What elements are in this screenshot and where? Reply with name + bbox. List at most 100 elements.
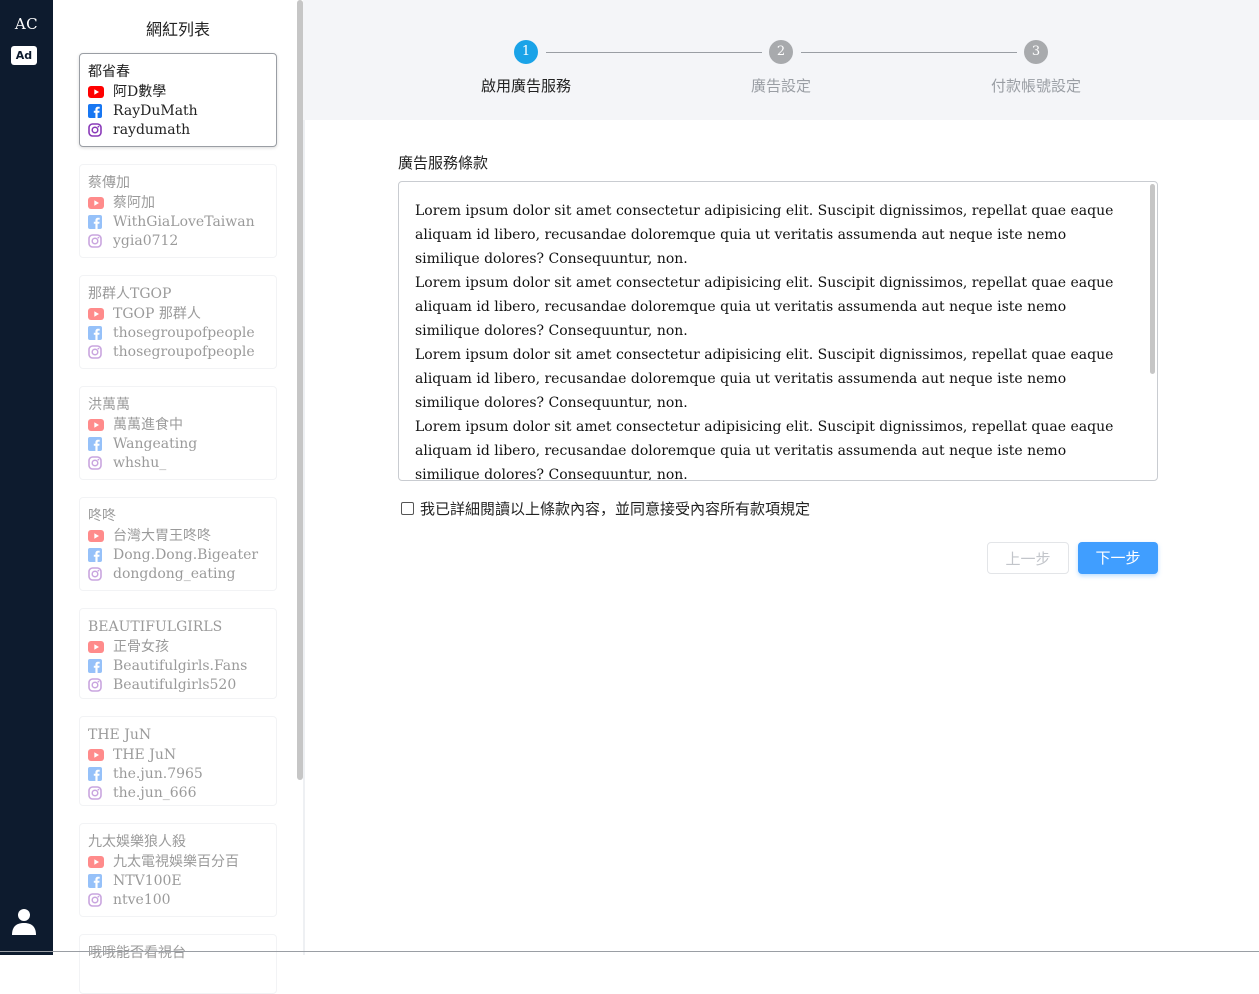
- youtube-channel: 九太電視娛樂百分百: [88, 852, 276, 871]
- agree-label: 我已詳細閱讀以上條款內容，並同意接受內容所有款項規定: [420, 500, 811, 518]
- influencer-name: 洪萬萬: [88, 397, 130, 413]
- facebook-page-name: Wangeating: [113, 435, 198, 452]
- instagram-icon: [88, 566, 104, 581]
- facebook-icon: [88, 214, 104, 229]
- user-icon[interactable]: [12, 908, 36, 936]
- terms-title: 廣告服務條款: [398, 154, 489, 172]
- influencer-card[interactable]: 九太娛樂狼人殺 九太電視娛樂百分百 NTV100E ntve100: [79, 823, 277, 917]
- step-3-label: 付款帳號設定: [990, 77, 1082, 95]
- instagram-account-name: raydumath: [113, 121, 191, 138]
- youtube-icon: [88, 85, 104, 99]
- facebook-icon: [88, 873, 104, 888]
- youtube-channel: 阿D數學: [88, 82, 276, 101]
- facebook-icon: [88, 766, 104, 781]
- terms-paragraph: Lorem ipsum dolor sit amet consectetur a…: [415, 203, 1114, 267]
- instagram-account: ygia0712: [88, 231, 276, 250]
- nav-rail: AC Ad: [0, 0, 53, 955]
- facebook-page: Dong.Dong.Bigeater: [88, 545, 276, 564]
- facebook-page: thosegroupofpeople: [88, 323, 276, 342]
- terms-paragraph: Lorem ipsum dolor sit amet consectetur a…: [415, 347, 1114, 411]
- facebook-icon: [88, 103, 104, 118]
- step-2-circle: 2: [769, 40, 793, 64]
- facebook-page-name: the.jun.7965: [113, 765, 203, 782]
- facebook-page: RayDuMath: [88, 101, 276, 120]
- facebook-page-name: thosegroupofpeople: [113, 324, 255, 341]
- influencer-name: THE JuN: [88, 727, 152, 743]
- youtube-channel-name: 正骨女孩: [113, 638, 169, 655]
- instagram-account: raydumath: [88, 120, 276, 139]
- instagram-account: whshu_: [88, 453, 276, 472]
- youtube-channel-name: 九太電視娛樂百分百: [113, 853, 239, 870]
- youtube-icon: [88, 529, 104, 543]
- influencer-card[interactable]: 咚咚 台灣大胃王咚咚 Dong.Dong.Bigeater dongdong_eati…: [79, 497, 277, 591]
- agree-checkbox[interactable]: [401, 502, 414, 515]
- terms-paragraph: Lorem ipsum dolor sit amet consectetur a…: [415, 275, 1114, 339]
- facebook-page: WithGiaLoveTaiwan: [88, 212, 276, 231]
- next-step-button[interactable]: 下一步: [1078, 542, 1158, 574]
- youtube-channel-name: 阿D數學: [113, 83, 167, 100]
- youtube-icon: [88, 855, 104, 869]
- agree-checkbox-row[interactable]: 我已詳細閱讀以上條款內容，並同意接受內容所有款項規定: [401, 498, 810, 519]
- influencer-name: 那群人TGOP: [88, 286, 172, 302]
- step-connector: [801, 52, 1017, 53]
- influencer-name: 咚咚: [88, 508, 116, 524]
- instagram-account: the.jun_666: [88, 783, 276, 802]
- facebook-page-name: RayDuMath: [113, 102, 198, 119]
- instagram-account: ntve100: [88, 890, 276, 909]
- youtube-channel: TGOP 那群人: [88, 304, 276, 323]
- facebook-icon: [88, 547, 104, 562]
- influencer-card[interactable]: THE JuN THE JuN the.jun.7965 the.jun_666: [79, 716, 277, 806]
- step-connector: [546, 52, 762, 53]
- app-logo[interactable]: AC: [0, 15, 53, 33]
- prev-step-button[interactable]: 上一步: [987, 542, 1069, 574]
- influencer-card[interactable]: 哦哦能否看視台: [79, 934, 277, 994]
- influencer-name: 九太娛樂狼人殺: [88, 834, 186, 850]
- terms-paragraph: Lorem ipsum dolor sit amet consectetur a…: [415, 419, 1114, 481]
- influencer-card[interactable]: 那群人TGOP TGOP 那群人 thosegroupofpeople thosegr…: [79, 275, 277, 369]
- youtube-icon: [88, 307, 104, 321]
- youtube-channel: 萬萬進食中: [88, 415, 276, 434]
- facebook-icon: [88, 325, 104, 340]
- instagram-icon: [88, 344, 104, 359]
- instagram-account: Beautifulgirls520: [88, 675, 276, 694]
- instagram-account: thosegroupofpeople: [88, 342, 276, 361]
- ad-nav-icon[interactable]: Ad: [11, 46, 37, 65]
- facebook-page: Beautifulgirls.Fans: [88, 656, 276, 675]
- step-1-label: 啟用廣告服務: [480, 77, 572, 95]
- list-scroll-track: [303, 0, 305, 955]
- influencer-card[interactable]: 蔡傳加 蔡阿加 WithGiaLoveTaiwan ygia0712: [79, 164, 277, 258]
- instagram-icon: [88, 677, 104, 692]
- facebook-icon: [88, 658, 104, 673]
- instagram-account-name: whshu_: [113, 454, 167, 471]
- influencer-card[interactable]: 洪萬萬萬萬進食中 Wangeating whshu_: [79, 386, 277, 480]
- youtube-icon: [88, 418, 104, 432]
- facebook-page-name: WithGiaLoveTaiwan: [113, 213, 255, 230]
- step-1-circle: 1: [514, 40, 538, 64]
- terms-content: Lorem ipsum dolor sit amet consectetur a…: [415, 199, 1135, 481]
- instagram-icon: [88, 785, 104, 800]
- instagram-icon: [88, 122, 104, 137]
- youtube-channel: 正骨女孩: [88, 637, 276, 656]
- youtube-channel-name: 萬萬進食中: [113, 416, 183, 433]
- step-3-circle: 3: [1024, 40, 1048, 64]
- instagram-account-name: the.jun_666: [113, 784, 197, 801]
- step-2-label: 廣告設定: [750, 77, 812, 95]
- youtube-icon: [88, 748, 104, 762]
- influencer-card[interactable]: BEAUTIFULGIRLS 正骨女孩 Beautifulgirls.Fans Bea…: [79, 608, 277, 699]
- youtube-channel-name: TGOP 那群人: [113, 305, 201, 322]
- influencer-name: 蔡傳加: [88, 175, 130, 191]
- influencer-name: BEAUTIFULGIRLS: [88, 619, 223, 635]
- facebook-page-name: Beautifulgirls.Fans: [113, 657, 248, 674]
- influencer-card[interactable]: 都省春 阿D數學 RayDuMath raydumath: [79, 53, 277, 147]
- instagram-icon: [88, 892, 104, 907]
- terms-textbox[interactable]: Lorem ipsum dolor sit amet consectetur a…: [398, 181, 1158, 481]
- instagram-account-name: ntve100: [113, 891, 171, 908]
- instagram-account-name: Beautifulgirls520: [113, 676, 237, 693]
- bottom-divider: [0, 951, 1259, 952]
- facebook-page-name: Dong.Dong.Bigeater: [113, 546, 259, 563]
- instagram-account-name: thosegroupofpeople: [113, 343, 255, 360]
- youtube-icon: [88, 640, 104, 654]
- instagram-icon: [88, 455, 104, 470]
- youtube-channel-name: THE JuN: [113, 746, 177, 763]
- terms-scrollbar[interactable]: [1150, 184, 1155, 374]
